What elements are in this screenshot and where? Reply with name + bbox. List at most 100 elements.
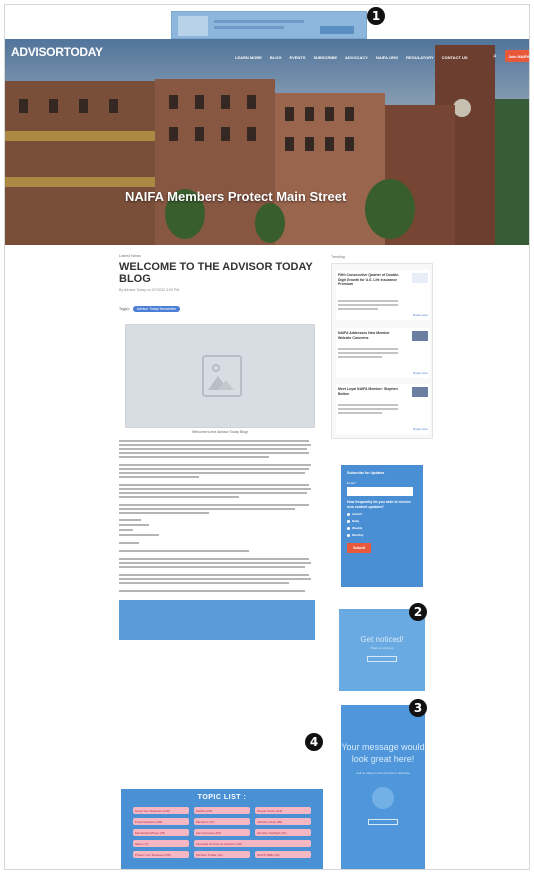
article: Latest News WELCOME TO THE ADVISOR TODAY… <box>119 253 321 640</box>
sidebar: Trending <box>325 255 429 259</box>
ad-headline: Your message would look great here! <box>341 742 425 764</box>
trending-posts: Fifth Consecutive Quarter of Double-Digi… <box>331 263 433 439</box>
subscribe-title: Subscribe for Updates <box>347 471 385 475</box>
radio-icon <box>347 519 350 523</box>
top-banner-ad[interactable] <box>171 11 367 39</box>
topic-tag[interactable]: NAIFF ($$$) (30) <box>255 851 311 858</box>
ad-cta-button[interactable] <box>367 656 397 662</box>
read-more-link[interactable]: Read more <box>413 427 428 431</box>
topic-tag[interactable]: Members (67) <box>194 818 250 825</box>
ad-button[interactable] <box>320 26 354 34</box>
image-caption: Welcome to the Advisor Today Blog! <box>192 430 248 434</box>
article-paragraph <box>119 574 321 584</box>
post-title[interactable]: Fifth Consecutive Quarter of Double-Digi… <box>338 273 400 287</box>
nav-item[interactable]: Events <box>289 55 305 60</box>
ad-image <box>178 16 208 36</box>
post-thumbnail <box>412 387 428 397</box>
nav-item[interactable]: Subscribe <box>313 55 337 60</box>
ad-subtext: Place an ad here <box>370 646 394 650</box>
nav-item[interactable]: Advocacy <box>345 55 368 60</box>
topic-tag[interactable]: Membership/Pays (36) <box>133 829 189 836</box>
annotation-marker-3: 3 <box>409 699 427 717</box>
nav-item[interactable]: Contact Us <box>442 55 468 60</box>
nav-item[interactable]: Learn More <box>235 55 262 60</box>
email-label: Email * <box>347 481 357 485</box>
post-title[interactable]: Meet Loyal NAIFA Member: Stephen Bolton <box>338 387 400 396</box>
person-icon <box>372 787 394 809</box>
hero-title: NAIFA Members Protect Main Street <box>125 189 347 204</box>
read-more-link[interactable]: Read more <box>413 313 428 317</box>
article-paragraph <box>119 504 321 514</box>
ad-text <box>214 20 304 23</box>
topic-tag[interactable]: People News (113) <box>255 807 311 814</box>
topic-tag[interactable]: Member Profile (40) <box>194 851 250 858</box>
annotation-marker-4: 4 <box>305 733 323 751</box>
sidebar-label: Trending <box>331 255 345 259</box>
signature <box>119 519 321 536</box>
frequency-option[interactable]: Monthly <box>347 533 423 537</box>
topic-tag[interactable]: Financial Fortune for Advisors (30) <box>194 840 311 847</box>
nav-item[interactable]: Regulatory <box>406 55 433 60</box>
frequency-option[interactable]: Daily <box>347 519 423 523</box>
ad-cta-button[interactable] <box>368 819 398 825</box>
topic-list: TOPIC LIST : Grow Your Business (118) NA… <box>121 789 323 869</box>
sidebar-ad-small[interactable]: Get noticed! Place an ad here <box>339 609 425 691</box>
topic-tag[interactable]: Sales (71) <box>133 840 189 847</box>
topic-tag[interactable]: Grow Your Business (118) <box>133 807 189 814</box>
trending-post[interactable]: Fifth Consecutive Quarter of Double-Digi… <box>336 270 430 320</box>
ad-headline: Get noticed! <box>360 635 404 644</box>
nav-item[interactable]: Blog <box>270 55 282 60</box>
comment-policy <box>119 542 321 568</box>
annotation-marker-1: 1 <box>367 7 385 25</box>
join-button[interactable]: Join NAIFA <box>505 50 529 62</box>
radio-icon <box>347 512 350 516</box>
post-thumbnail <box>412 273 428 283</box>
subscribe-form: Subscribe for Updates Email * How freque… <box>341 465 423 587</box>
post-thumbnail <box>412 331 428 341</box>
sidebar-ad-large[interactable]: Your message would look great here! Call… <box>341 705 425 869</box>
topic-tag[interactable]: Press Release (104) <box>133 818 189 825</box>
main-nav: Learn More Blog Events Subscribe Advocac… <box>235 55 468 60</box>
topic-tag[interactable]: NAIFA (175) <box>194 807 250 814</box>
article-image <box>125 324 315 428</box>
email-field[interactable] <box>347 487 413 496</box>
topic-list-title: TOPIC LIST : <box>197 794 247 801</box>
radio-icon <box>347 533 350 537</box>
article-paragraph <box>119 440 321 458</box>
frequency-question: How frequently do you wish to receive ne… <box>347 500 411 509</box>
radio-icon <box>347 526 350 530</box>
article-category[interactable]: Latest News <box>119 253 321 258</box>
search-icon[interactable]: ⌕ <box>493 53 497 61</box>
inline-ad[interactable] <box>119 600 315 640</box>
ad-subtext: Call us today to find out how to adverti… <box>355 771 411 775</box>
tags-row: Tag(s): Advisor Today Newsletter <box>119 306 321 312</box>
trending-post[interactable]: NAIFA Addresses New Member Website Conce… <box>336 328 430 378</box>
topic-tag[interactable]: Protect Your Business (58) <box>133 851 189 858</box>
tag-pill[interactable]: Advisor Today Newsletter <box>132 306 181 312</box>
article-paragraph <box>119 590 321 592</box>
topic-grid: Grow Your Business (118) NAIFA (175) Peo… <box>121 801 323 858</box>
article-title: WELCOME TO THE ADVISOR TODAY BLOG <box>119 261 313 285</box>
image-placeholder-icon <box>202 355 242 397</box>
post-title[interactable]: NAIFA Addresses New Member Website Conce… <box>338 331 400 340</box>
submit-button[interactable]: Submit <box>347 543 371 553</box>
ad-text <box>214 26 284 29</box>
trending-post[interactable]: Meet Loyal NAIFA Member: Stephen Bolton … <box>336 384 430 434</box>
article-paragraph <box>119 464 321 478</box>
read-more-link[interactable]: Read more <box>413 371 428 375</box>
topic-tag[interactable]: Life Insurance (55) <box>194 829 250 836</box>
article-paragraph <box>119 484 321 498</box>
site-logo[interactable]: ADVISORTODAY <box>11 45 103 59</box>
logo-text: ADVISOR <box>11 45 64 59</box>
frequency-option[interactable]: Instant <box>347 512 423 516</box>
topic-tag[interactable]: Industry News (89) <box>255 818 311 825</box>
topic-tag[interactable]: Member Spotlight (31) <box>255 829 311 836</box>
annotation-marker-2: 2 <box>409 603 427 621</box>
frequency-option[interactable]: Weekly <box>347 526 423 530</box>
page-frame: 1 NAIFA Members Protect Main Street ADVI… <box>4 4 530 870</box>
hero-banner: NAIFA Members Protect Main Street <box>5 39 529 245</box>
nav-item[interactable]: NAIFA.org <box>376 55 398 60</box>
tags-label: Tag(s): <box>119 307 130 311</box>
logo-text-bold: TODAY <box>63 45 103 59</box>
article-byline: By Advisor Today on 2/7/2022 3:00 PM <box>119 288 180 292</box>
